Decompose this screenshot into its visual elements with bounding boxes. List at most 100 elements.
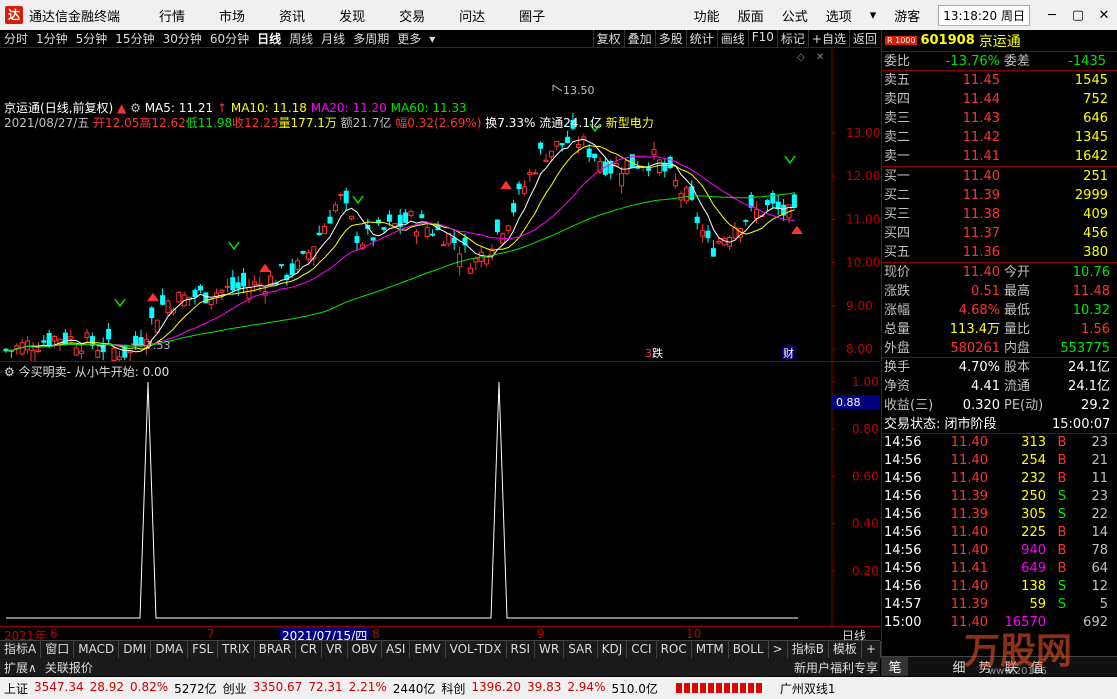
menu-discover[interactable]: 发现 <box>339 6 365 25</box>
zoom-in-button[interactable]: + <box>862 641 881 658</box>
tab-fsl[interactable]: FSL <box>188 641 219 658</box>
tab-boll[interactable]: BOLL <box>729 641 769 658</box>
chevron-down-icon[interactable]: ▾ <box>429 32 435 46</box>
period-tab-intraday[interactable]: 分时 <box>4 30 28 47</box>
server-line[interactable]: 广州双线1 <box>780 680 836 697</box>
minimize-icon[interactable]: ─ <box>1041 8 1063 23</box>
tab-window[interactable]: 窗口 <box>41 641 75 658</box>
kline-sector-tag[interactable]: 新型电力 <box>606 116 654 130</box>
tab-dma[interactable]: DMA <box>151 641 189 658</box>
settings-icon[interactable]: ⚙ <box>4 365 15 379</box>
ask-row[interactable]: 卖一 11.41 1642 <box>882 147 1117 166</box>
menu-circle[interactable]: 圈子 <box>519 6 545 25</box>
tab-cr[interactable]: CR <box>296 641 322 658</box>
sell-arrow-icon <box>114 298 126 308</box>
menu-options[interactable]: 选项 <box>826 6 852 25</box>
tab-trades[interactable]: 笔 <box>882 657 908 676</box>
period-tab-1min[interactable]: 1分钟 <box>36 30 68 47</box>
settings-icon[interactable]: ⚙ <box>130 101 141 115</box>
ask-row[interactable]: 卖五 11.45 1545 <box>882 71 1117 90</box>
tab-mtm[interactable]: MTM <box>692 641 729 658</box>
tab-indicator-a[interactable]: 指标A <box>0 641 42 658</box>
multi-stock-button[interactable]: 多股 <box>654 30 686 47</box>
tab-roc[interactable]: ROC <box>657 641 692 658</box>
period-tab-monthly[interactable]: 月线 <box>321 30 345 47</box>
period-tab-15min[interactable]: 15分钟 <box>115 30 154 47</box>
close-icon[interactable]: ✕ <box>816 52 824 63</box>
menu-trade[interactable]: 交易 <box>399 6 425 25</box>
candle-body <box>716 240 722 244</box>
mark-button[interactable]: 标记 <box>776 30 808 47</box>
tab-vol-tdx[interactable]: VOL-TDX <box>446 641 507 658</box>
period-tab-30min[interactable]: 30分钟 <box>163 30 202 47</box>
indicator-chart[interactable]: 1.00 0.80 0.60 0.40 0.20 0.88 <box>0 362 880 627</box>
tab-asi[interactable]: ASI <box>382 641 411 658</box>
menu-formula[interactable]: 公式 <box>782 6 808 25</box>
candle-body <box>694 216 700 224</box>
menu-function[interactable]: 功能 <box>694 6 720 25</box>
tab-macd[interactable]: MACD <box>74 641 120 658</box>
extension-button[interactable]: 扩展∧ <box>4 659 37 676</box>
ask-row[interactable]: 卖二 11.42 1345 <box>882 128 1117 147</box>
period-tab-weekly[interactable]: 周线 <box>289 30 313 47</box>
menu-market-quotes[interactable]: 行情 <box>159 6 185 25</box>
tab-cci[interactable]: CCI <box>627 641 657 658</box>
period-tab-5min[interactable]: 5分钟 <box>76 30 108 47</box>
kline-chart[interactable]: 13.0012.0011.0010.009.008.00 13.50 7.53 … <box>0 49 880 361</box>
tab-wr[interactable]: WR <box>535 641 565 658</box>
tab-vr[interactable]: VR <box>322 641 348 658</box>
period-tab-multi[interactable]: 多周期 <box>353 30 389 47</box>
draw-line-button[interactable]: 画线 <box>716 30 748 47</box>
ma10-value: MA10: 11.18 <box>230 101 307 115</box>
tab-linked[interactable]: 联 <box>998 657 1024 676</box>
user-guest[interactable]: 游客 <box>894 6 920 25</box>
tab-detail[interactable]: 细 <box>946 657 972 676</box>
add-watchlist-button[interactable]: +自选 <box>807 30 849 47</box>
tab-rsi[interactable]: RSI <box>507 641 536 658</box>
period-tab-60min[interactable]: 60分钟 <box>210 30 249 47</box>
menu-ask[interactable]: 问达 <box>459 6 485 25</box>
menu-market[interactable]: 市场 <box>219 6 245 25</box>
index-tickers[interactable]: 上证 3547.34 28.92 0.82% 5272亿 创业 3350.67 72.31 2.… <box>0 680 664 697</box>
tab-brar[interactable]: BRAR <box>255 641 297 658</box>
chevron-down-icon[interactable]: ▾ <box>870 8 877 23</box>
bid-row[interactable]: 买四 11.37 456 <box>882 224 1117 243</box>
tab-dmi[interactable]: DMI <box>119 641 152 658</box>
menu-news[interactable]: 资讯 <box>279 6 305 25</box>
tab-scroll-right[interactable]: > <box>769 641 788 658</box>
ask-row[interactable]: 卖三 11.43 646 <box>882 109 1117 128</box>
related-quotes-button[interactable]: 关联报价 <box>45 659 93 676</box>
tab-obv[interactable]: OBV <box>348 641 383 658</box>
back-button[interactable]: 返回 <box>848 30 880 47</box>
bid-row[interactable]: 买三 11.38 409 <box>882 205 1117 224</box>
diamond-icon[interactable]: ◇ <box>797 52 805 63</box>
indicator-chart-area[interactable]: 1.00 0.80 0.60 0.40 0.20 0.88 ⚙ 今买明卖- 从小牛开始:… <box>0 361 880 627</box>
bid-row[interactable]: 买五 11.36 380 <box>882 243 1117 262</box>
bid-row[interactable]: 买一 11.40 251 <box>882 167 1117 186</box>
ask-row[interactable]: 卖四 11.44 752 <box>882 90 1117 109</box>
stat-row: 涨跌 0.51 最高 11.48 <box>884 284 1110 299</box>
candle-body <box>656 159 662 174</box>
statistics-button[interactable]: 统计 <box>685 30 717 47</box>
tab-value[interactable]: 值 <box>1024 657 1050 676</box>
tab-template[interactable]: 模板 <box>829 641 862 658</box>
menu-layout[interactable]: 版面 <box>738 6 764 25</box>
bid-row[interactable]: 买二 11.39 2999 <box>882 186 1117 205</box>
maximize-icon[interactable]: ▢ <box>1067 8 1089 23</box>
tab-kdj[interactable]: KDJ <box>598 641 628 658</box>
promo-link[interactable]: 新用户福利专享 <box>794 659 878 676</box>
tab-sar[interactable]: SAR <box>564 641 598 658</box>
period-tab-daily[interactable]: 日线 <box>257 30 281 47</box>
tab-trix[interactable]: TRIX <box>218 641 255 658</box>
f10-button[interactable]: F10 <box>747 30 777 47</box>
overlay-button[interactable]: 叠加 <box>623 30 655 47</box>
tab-emv[interactable]: EMV <box>410 641 446 658</box>
close-icon[interactable]: ✕ <box>1093 8 1115 23</box>
tab-trend[interactable]: 势 <box>972 657 998 676</box>
indicator-current-value: 0.88 <box>836 396 861 409</box>
restore-rights-button[interactable]: 复权 <box>592 30 624 47</box>
period-tab-more[interactable]: 更多 <box>397 30 421 47</box>
kline-chart-area[interactable]: 13.00 12.00 11.00 10.00 9.00 8.00 13.50 7.53 … <box>0 49 880 361</box>
candle-body <box>494 219 500 233</box>
tab-indicator-b[interactable]: 指标B <box>788 641 829 658</box>
